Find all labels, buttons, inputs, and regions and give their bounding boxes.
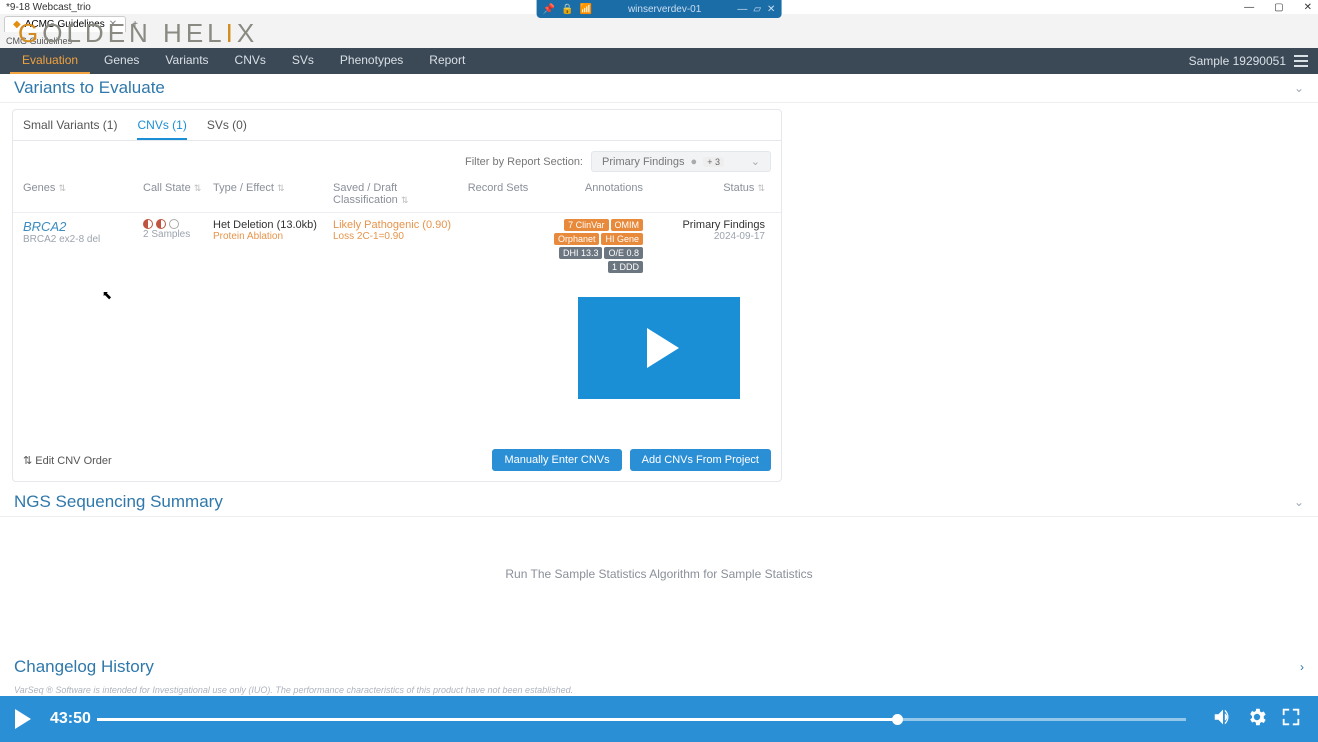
- ngs-placeholder: Run The Sample Statistics Algorithm for …: [0, 517, 1318, 651]
- dropdown-icon: ⌄: [751, 155, 760, 168]
- signal-icon[interactable]: 📶: [579, 4, 591, 15]
- nav-tab-cnvs[interactable]: CNVs: [223, 48, 278, 74]
- nav-tab-genes[interactable]: Genes: [92, 48, 151, 74]
- pin-icon[interactable]: 📌: [543, 4, 555, 15]
- filter-label: Filter by Report Section:: [465, 156, 583, 168]
- call-state-dots: [143, 219, 213, 229]
- filter-select[interactable]: Primary Findings ● + 3 ⌄: [591, 151, 771, 172]
- variants-card: Small Variants (1) CNVs (1) SVs (0) Filt…: [12, 109, 782, 482]
- table-header: Genes ⇅ Call State ⇅ Type / Effect ⇅ Sav…: [13, 176, 781, 213]
- nav-tab-evaluation[interactable]: Evaluation: [10, 48, 90, 74]
- nav-tab-svs[interactable]: SVs: [280, 48, 326, 74]
- video-controls: 43:50: [0, 696, 1318, 742]
- remote-server-name: winserverdev-01: [598, 4, 731, 15]
- fullscreen-icon[interactable]: [1280, 706, 1302, 733]
- annotation-badges: 7 ClinVar OMIM Orphanet HI Gene DHI 13.3…: [533, 219, 643, 273]
- table-row[interactable]: BRCA2 BRCA2 ex2-8 del 2 Samples Het Dele…: [13, 213, 781, 279]
- collapse-icon[interactable]: ⌄: [1294, 495, 1304, 509]
- nav-tab-phenotypes[interactable]: Phenotypes: [328, 48, 415, 74]
- sort-icon[interactable]: ⇅: [194, 183, 202, 193]
- subtab-small-variants[interactable]: Small Variants (1): [23, 118, 117, 140]
- window-maximize-icon[interactable]: ▢: [1274, 2, 1283, 13]
- video-scrubber[interactable]: [97, 696, 1196, 742]
- subtab-cnvs[interactable]: CNVs (1): [137, 118, 186, 140]
- manually-enter-cnvs-button[interactable]: Manually Enter CNVs: [492, 449, 621, 471]
- section-variants-header: Variants to Evaluate ⌄: [0, 74, 1318, 103]
- section-ngs-header: NGS Sequencing Summary ⌄: [0, 488, 1318, 517]
- chip-dot-icon: ●: [691, 156, 698, 168]
- settings-icon[interactable]: [1246, 706, 1268, 733]
- hamburger-menu-icon[interactable]: [1294, 55, 1308, 67]
- edit-order-button[interactable]: ⇅ Edit CNV Order: [23, 454, 112, 467]
- sort-icon[interactable]: ⇅: [277, 183, 285, 193]
- brand-logo: GOLDEN HELIX: [18, 18, 258, 49]
- remote-close-icon[interactable]: ✕: [767, 4, 775, 15]
- section-changelog-header: Changelog History ›: [0, 651, 1318, 683]
- expand-icon[interactable]: ›: [1300, 660, 1304, 674]
- zygosity-dot-icon: [169, 219, 179, 229]
- disclaimer-text: VarSeq ® Software is intended for Invest…: [0, 683, 1318, 697]
- add-cnvs-from-project-button[interactable]: Add CNVs From Project: [630, 449, 771, 471]
- lock-icon[interactable]: 🔒: [561, 4, 573, 15]
- window-minimize-icon[interactable]: —: [1244, 2, 1254, 13]
- play-icon: [647, 328, 679, 368]
- section-title: Variants to Evaluate: [14, 78, 165, 98]
- remote-restore-icon[interactable]: ▱: [753, 4, 761, 15]
- mouse-cursor-icon: ⬉: [102, 288, 112, 302]
- remote-minimize-icon[interactable]: —: [737, 4, 747, 15]
- window-title: *9-18 Webcast_trio: [6, 2, 91, 13]
- main-nav: Evaluation Genes Variants CNVs SVs Pheno…: [0, 48, 1318, 74]
- collapse-icon[interactable]: ⌄: [1294, 81, 1304, 95]
- play-icon: [15, 709, 31, 729]
- zygosity-dot-icon: [143, 219, 153, 229]
- sort-icon[interactable]: ⇅: [401, 195, 409, 205]
- scrubber-knob[interactable]: [892, 714, 903, 725]
- window-close-icon[interactable]: ✕: [1304, 2, 1312, 13]
- video-play-overlay[interactable]: [578, 297, 740, 399]
- video-timestamp: 43:50: [46, 710, 97, 728]
- gene-link[interactable]: BRCA2: [23, 219, 143, 234]
- sort-icon[interactable]: ⇅: [58, 183, 66, 193]
- subtab-svs[interactable]: SVs (0): [207, 118, 247, 140]
- gene-subtext: BRCA2 ex2-8 del: [23, 234, 143, 245]
- sort-icon: ⇅: [23, 455, 32, 467]
- nav-tab-variants[interactable]: Variants: [153, 48, 220, 74]
- sort-icon[interactable]: ⇅: [757, 183, 765, 193]
- nav-tab-report[interactable]: Report: [417, 48, 477, 74]
- volume-icon[interactable]: [1212, 706, 1234, 733]
- play-button[interactable]: [0, 696, 46, 742]
- remote-connection-bar: 📌 🔒 📶 winserverdev-01 — ▱ ✕: [537, 0, 782, 18]
- zygosity-dot-icon: [156, 219, 166, 229]
- sample-id: Sample 19290051: [1189, 54, 1286, 68]
